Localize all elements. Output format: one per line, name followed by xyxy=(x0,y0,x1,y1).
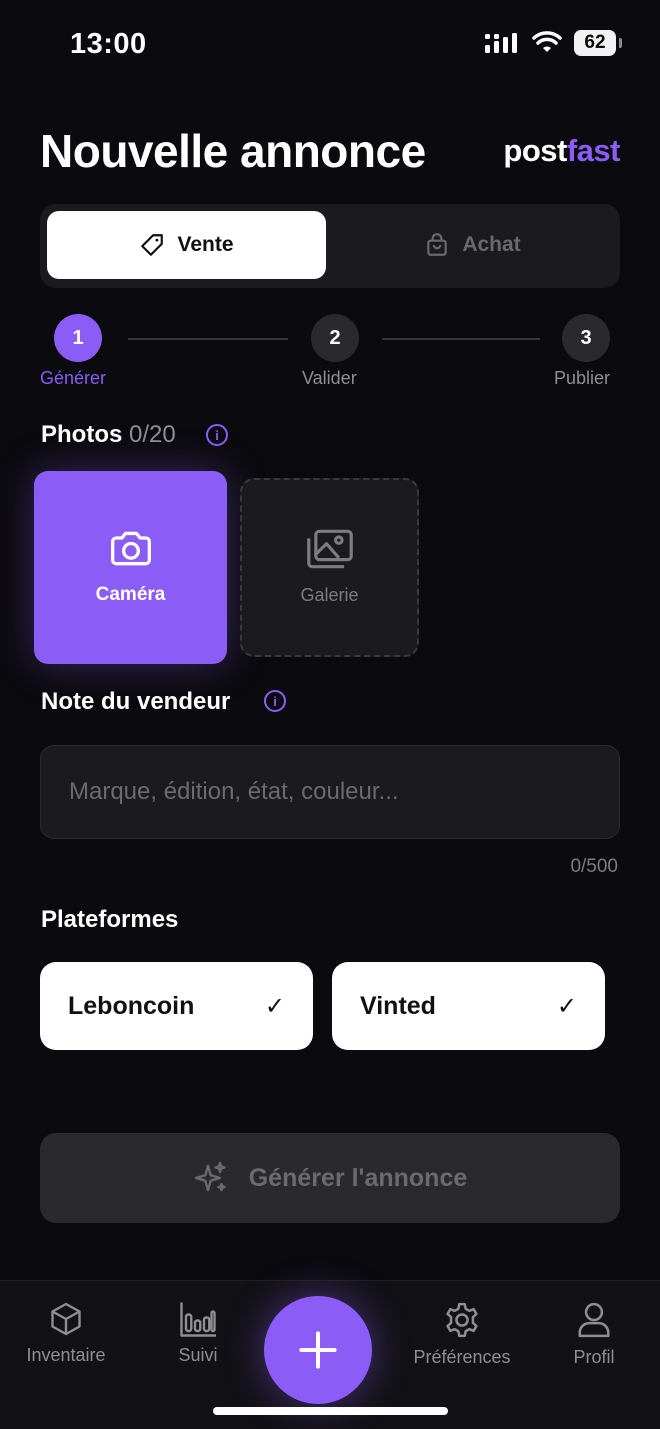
nav-profil-label: Profil xyxy=(573,1347,615,1367)
gear-icon xyxy=(446,1302,478,1338)
platform-leboncoin-label: Leboncoin xyxy=(68,991,195,1020)
seller-note-input[interactable] xyxy=(40,745,620,839)
mode-segmented-control: Vente Achat xyxy=(40,204,620,288)
step-connector-1 xyxy=(128,338,288,340)
gallery-label: Galerie xyxy=(300,585,359,605)
photos-title: Photos 0/20 xyxy=(41,421,176,449)
plus-icon xyxy=(299,1331,337,1369)
nav-preferences[interactable]: Préférences xyxy=(404,1301,520,1368)
nav-inventaire[interactable]: Inventaire xyxy=(20,1301,112,1366)
nav-suivi[interactable]: Suivi xyxy=(170,1301,226,1366)
signal-icon xyxy=(485,33,517,53)
brand-logo-part1: post xyxy=(503,133,567,168)
segment-achat-label: Achat xyxy=(462,233,521,256)
nav-profil[interactable]: Profil xyxy=(566,1301,622,1368)
step-3-label: Publier xyxy=(554,368,611,388)
sparkles-icon xyxy=(194,1161,226,1192)
generate-listing-button[interactable]: Générer l'annonce xyxy=(40,1133,620,1223)
nav-suivi-label: Suivi xyxy=(178,1345,218,1365)
step-2-circle: 2 xyxy=(311,314,359,362)
brand-logo-part2: fast xyxy=(566,133,621,168)
generate-listing-label: Générer l'annonce xyxy=(248,1163,468,1192)
user-icon xyxy=(578,1302,610,1338)
wifi-icon xyxy=(532,31,562,52)
nav-preferences-label: Préférences xyxy=(413,1347,511,1367)
check-icon: ✓ xyxy=(264,992,285,1020)
note-char-counter: 0/500 xyxy=(570,856,618,877)
camera-label: Caméra xyxy=(95,583,166,605)
cube-icon xyxy=(51,1302,81,1336)
segment-vente-label: Vente xyxy=(177,233,234,256)
nav-inventaire-label: Inventaire xyxy=(26,1345,106,1365)
note-info-icon[interactable]: i xyxy=(264,690,286,712)
step-1-circle: 1 xyxy=(54,314,102,362)
gallery-button[interactable]: Galerie xyxy=(240,478,419,657)
new-listing-fab[interactable] xyxy=(264,1296,372,1404)
photos-title-label: Photos xyxy=(41,421,123,448)
step-connector-2 xyxy=(382,338,540,340)
step-2-label: Valider xyxy=(302,368,357,388)
battery-indicator: 62 xyxy=(574,30,622,56)
status-icons: 62 xyxy=(484,30,622,56)
note-title: Note du vendeur xyxy=(41,688,231,715)
check-icon: ✓ xyxy=(556,992,577,1020)
step-3-circle: 3 xyxy=(562,314,610,362)
segment-vente-button[interactable]: Vente xyxy=(47,211,326,279)
brand-logo: postfast xyxy=(503,133,620,169)
tag-icon xyxy=(141,234,164,256)
platform-vinted-toggle[interactable]: Vinted ✓ xyxy=(332,962,605,1050)
photos-info-icon[interactable]: i xyxy=(206,424,228,446)
gallery-icon xyxy=(306,529,353,569)
page-title: Nouvelle annonce xyxy=(40,125,426,177)
platform-leboncoin-toggle[interactable]: Leboncoin ✓ xyxy=(40,962,313,1050)
status-time: 13:00 xyxy=(70,28,147,60)
segment-achat-button[interactable]: Achat xyxy=(333,211,612,279)
bar-chart-icon xyxy=(180,1302,216,1337)
step-1-label: Générer xyxy=(40,368,107,388)
home-indicator xyxy=(213,1407,448,1415)
camera-button[interactable]: Caméra xyxy=(34,471,227,664)
platforms-title: Plateformes xyxy=(41,906,179,933)
shopping-bag-icon xyxy=(427,233,448,256)
camera-icon xyxy=(110,531,151,565)
photos-count: 0/20 xyxy=(129,421,176,448)
platform-vinted-label: Vinted xyxy=(360,991,436,1020)
